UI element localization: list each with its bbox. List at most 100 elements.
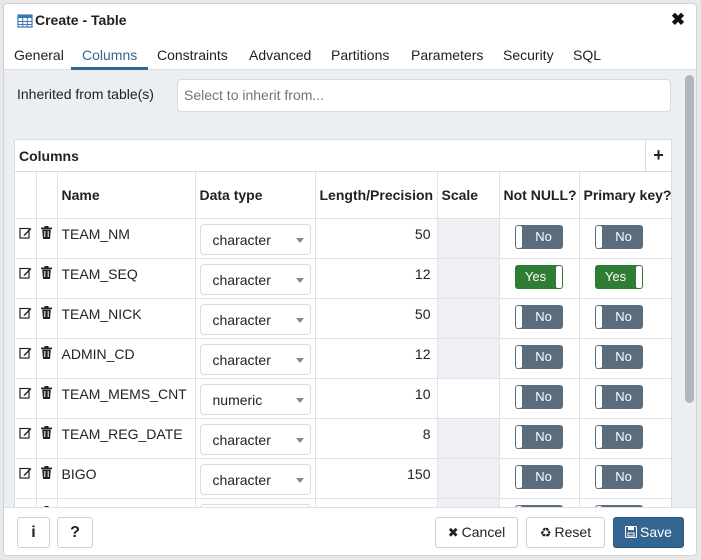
primary-key-cell: No (579, 338, 672, 379)
data-type-cell: character (195, 298, 316, 339)
trash-icon[interactable] (37, 465, 57, 482)
primary-key-toggle[interactable]: No (594, 344, 643, 369)
data-type-select[interactable]: character (199, 263, 311, 295)
scale-value[interactable] (437, 378, 500, 419)
toggle-knob (595, 225, 602, 248)
tab-columns[interactable]: Columns (82, 47, 137, 63)
table-row: ADMIN_CD character 12 No No (15, 338, 672, 379)
primary-key-toggle[interactable]: No (594, 304, 643, 329)
primary-key-label: No (615, 308, 632, 324)
toggle-knob (515, 385, 522, 408)
scale-value (437, 458, 500, 499)
primary-key-cell: No (579, 298, 672, 339)
delete-cell (36, 218, 58, 259)
inherit-select[interactable]: Select to inherit from... (177, 79, 671, 112)
tab-constraints[interactable]: Constraints (157, 47, 228, 63)
inherit-label: Inherited from table(s) (17, 86, 154, 102)
dialog-footer: i ? ✖ Cancel ♻ Reset Save (4, 507, 696, 555)
edit-cell (15, 418, 37, 459)
data-type-cell: character (195, 418, 316, 459)
not-null-toggle[interactable]: No (514, 224, 563, 249)
trash-icon[interactable] (37, 305, 57, 322)
tab-security[interactable]: Security (503, 47, 554, 63)
data-type-select[interactable]: character (199, 423, 311, 455)
add-column-button[interactable]: + (645, 140, 671, 172)
columns-grid: Columns + Name Data type Length/Precisio… (14, 139, 672, 507)
column-name[interactable]: TEAM_MEMS_CNT (57, 378, 196, 419)
column-name[interactable]: ADMIN_CD (57, 338, 196, 379)
not-null-toggle[interactable]: No (514, 464, 563, 489)
primary-key-label: Yes (604, 268, 627, 284)
data-type-select[interactable]: character (199, 463, 311, 495)
edit-cell (15, 378, 37, 419)
primary-key-toggle[interactable]: No (594, 224, 643, 249)
toggle-knob (555, 265, 562, 288)
column-name[interactable]: TEAM_NICK (57, 298, 196, 339)
column-name[interactable]: USE_YN (57, 498, 196, 507)
not-null-toggle[interactable]: No (514, 304, 563, 329)
delete-cell (36, 378, 58, 419)
reset-button[interactable]: ♻ Reset (526, 517, 605, 548)
not-null-toggle[interactable]: No (514, 384, 563, 409)
length-precision-value[interactable]: 8 (315, 418, 438, 459)
primary-key-cell: No (579, 378, 672, 419)
length-precision-value[interactable]: 50 (315, 218, 438, 259)
help-button[interactable]: ? (57, 517, 93, 548)
edit-cell (15, 258, 37, 299)
length-precision-value[interactable]: 50 (315, 298, 438, 339)
info-button[interactable]: i (17, 517, 50, 548)
data-type-select[interactable]: character (199, 303, 311, 335)
edit-icon[interactable] (15, 386, 35, 402)
column-name[interactable]: TEAM_NM (57, 218, 196, 259)
not-null-toggle[interactable]: No (514, 344, 563, 369)
length-precision-value[interactable]: 1 (315, 498, 438, 507)
tab-general[interactable]: General (14, 47, 64, 63)
tab-sql[interactable]: SQL (573, 47, 601, 63)
primary-key-toggle[interactable]: No (594, 464, 643, 489)
length-precision-value[interactable]: 10 (315, 378, 438, 419)
tab-parameters[interactable]: Parameters (411, 47, 483, 63)
trash-icon[interactable] (37, 345, 57, 362)
not-null-toggle[interactable]: No (514, 424, 563, 449)
dialog-body: Inherited from table(s) Select to inheri… (4, 70, 682, 507)
tab-advanced[interactable]: Advanced (249, 47, 311, 63)
scrollbar-thumb[interactable] (685, 75, 694, 403)
dialog-title: Create - Table (35, 12, 127, 28)
trash-icon[interactable] (37, 425, 57, 442)
delete-cell (36, 458, 58, 499)
data-type-select[interactable]: character (199, 343, 311, 375)
edit-icon[interactable] (15, 466, 35, 482)
primary-key-toggle[interactable]: Yes (594, 264, 643, 289)
not-null-toggle[interactable]: Yes (514, 264, 563, 289)
delete-cell (36, 258, 58, 299)
tab-partitions[interactable]: Partitions (331, 47, 389, 63)
edit-icon[interactable] (15, 226, 35, 242)
length-precision-value[interactable]: 12 (315, 258, 438, 299)
trash-icon[interactable] (37, 385, 57, 402)
caret-down-icon (295, 437, 304, 443)
primary-key-toggle[interactable]: No (594, 384, 643, 409)
data-type-select[interactable]: numeric (199, 383, 311, 415)
column-name[interactable]: TEAM_REG_DATE (57, 418, 196, 459)
toggle-knob (515, 425, 522, 448)
column-name[interactable]: BIGO (57, 458, 196, 499)
columns-table-header-row: Name Data type Length/Precision Scale No… (15, 172, 672, 219)
cancel-button[interactable]: ✖ Cancel (435, 517, 518, 548)
toggle-knob (595, 385, 602, 408)
trash-icon[interactable] (37, 265, 57, 282)
toggle-knob (595, 425, 602, 448)
save-button[interactable]: Save (613, 517, 684, 548)
toggle-knob (635, 265, 642, 288)
data-type-select[interactable]: character (199, 223, 311, 255)
edit-icon[interactable] (15, 346, 35, 362)
not-null-cell: Yes (499, 258, 580, 299)
edit-icon[interactable] (15, 426, 35, 442)
edit-icon[interactable] (15, 266, 35, 282)
length-precision-value[interactable]: 150 (315, 458, 438, 499)
primary-key-toggle[interactable]: No (594, 424, 643, 449)
length-precision-value[interactable]: 12 (315, 338, 438, 379)
trash-icon[interactable] (37, 225, 57, 242)
close-icon[interactable]: ✖ (670, 11, 686, 29)
column-name[interactable]: TEAM_SEQ (57, 258, 196, 299)
edit-icon[interactable] (15, 306, 35, 322)
